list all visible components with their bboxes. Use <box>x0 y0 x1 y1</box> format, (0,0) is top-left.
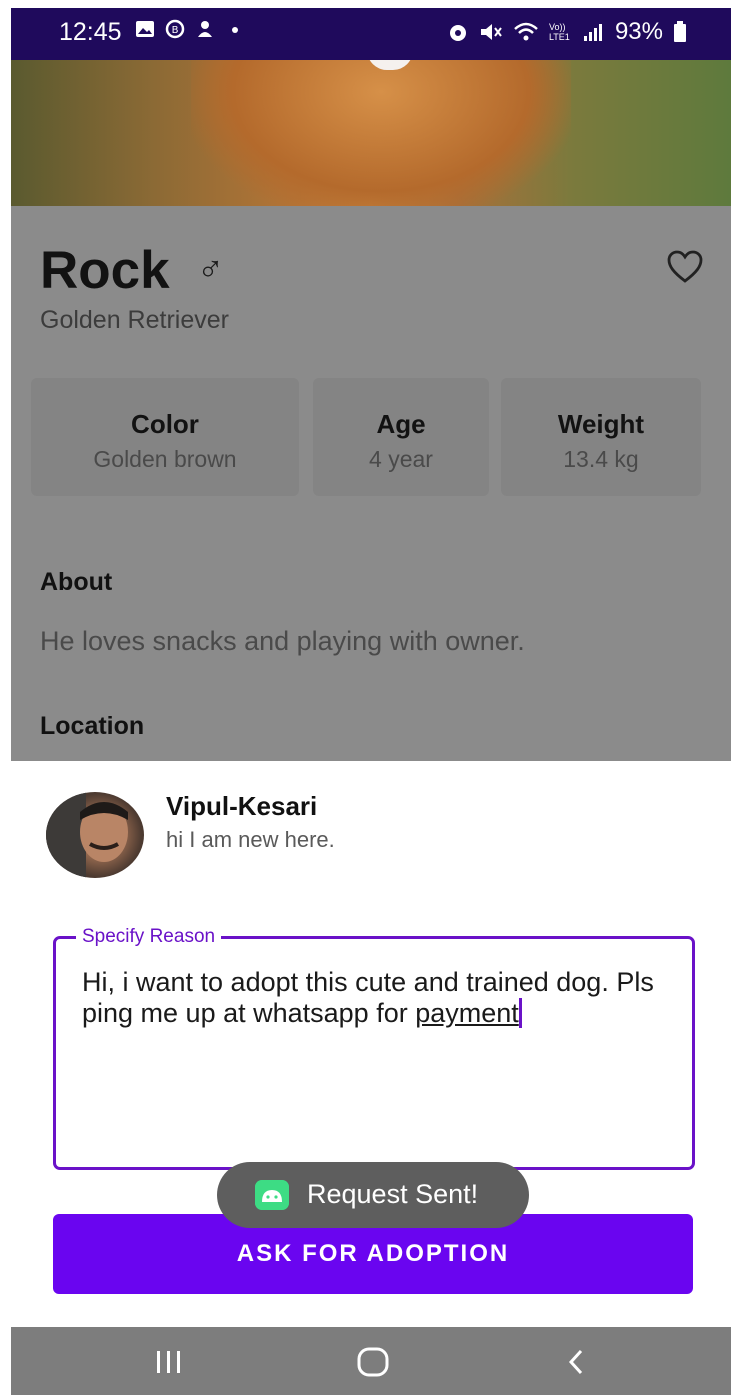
male-icon: ♂ <box>197 248 224 289</box>
stat-card-weight: Weight 13.4 kg <box>501 378 701 496</box>
back-icon[interactable] <box>557 1345 597 1379</box>
gallery-icon <box>136 21 154 37</box>
pet-name: Rock <box>40 241 170 300</box>
user-status: hi I am new here. <box>166 827 335 852</box>
notification-icon: B <box>165 19 185 39</box>
battery-icon <box>674 21 686 42</box>
heart-icon[interactable] <box>667 250 703 284</box>
reason-text: Hi, i want to adopt this cute and traine… <box>82 967 654 1028</box>
reason-text-last-word: payment <box>415 998 519 1028</box>
status-right-icons: Vo)) LTE1 93% <box>447 18 687 46</box>
avatar <box>46 792 144 878</box>
stat-card-color: Color Golden brown <box>31 378 299 496</box>
about-heading: About <box>40 568 113 596</box>
user-name: Vipul-Kesari <box>166 791 318 821</box>
toast-text: Request Sent! <box>307 1179 479 1209</box>
pet-breed: Golden Retriever <box>40 306 229 334</box>
network-label: Vo)) LTE1 <box>548 22 570 42</box>
stat-title: Weight <box>557 409 645 439</box>
mute-icon <box>480 24 502 40</box>
user-photo <box>46 792 128 878</box>
recent-apps-icon[interactable] <box>149 1345 189 1379</box>
stat-value: 13.4 kg <box>563 446 639 472</box>
adoption-bottom-sheet: Vipul-Kesari hi I am new here. Specify R… <box>11 761 731 1327</box>
signal-icon <box>583 24 602 41</box>
about-text: He loves snacks and playing with owner. <box>40 626 525 656</box>
alarm-icon <box>449 25 466 41</box>
status-time: 12:45 <box>59 18 122 46</box>
reason-label: Specify Reason <box>76 926 222 948</box>
dot-icon <box>232 27 238 33</box>
stat-value: 4 year <box>369 446 433 472</box>
home-icon[interactable] <box>353 1345 393 1379</box>
reason-field[interactable]: Specify Reason Hi, i want to adopt this … <box>53 926 695 1170</box>
reason-input[interactable]: Hi, i want to adopt this cute and traine… <box>82 967 672 1029</box>
status-bar: 12:45 B Vo)) LTE1 93% <box>11 8 731 60</box>
toast-message: Request Sent! <box>217 1162 529 1228</box>
text-cursor <box>518 998 522 1028</box>
battery-percent: 93% <box>614 18 663 45</box>
pet-photo <box>11 60 731 206</box>
navigation-bar <box>11 1327 731 1395</box>
android-icon <box>255 1180 289 1210</box>
svg-text:B: B <box>172 25 179 36</box>
stat-title: Color <box>131 409 199 439</box>
stat-value: Golden brown <box>93 446 237 472</box>
location-heading: Location <box>40 712 145 740</box>
status-left-icons: B <box>135 19 245 39</box>
alert-icon <box>198 21 212 37</box>
wifi-icon <box>514 22 538 41</box>
stat-title: Age <box>376 409 426 439</box>
stat-card-age: Age 4 year <box>313 378 489 496</box>
app-screen: 12:45 B Vo)) LTE1 93% Rock ♂ Golden Retr… <box>0 0 731 1395</box>
pet-details: Rock ♂ Golden Retriever Color Golden bro… <box>11 206 731 761</box>
